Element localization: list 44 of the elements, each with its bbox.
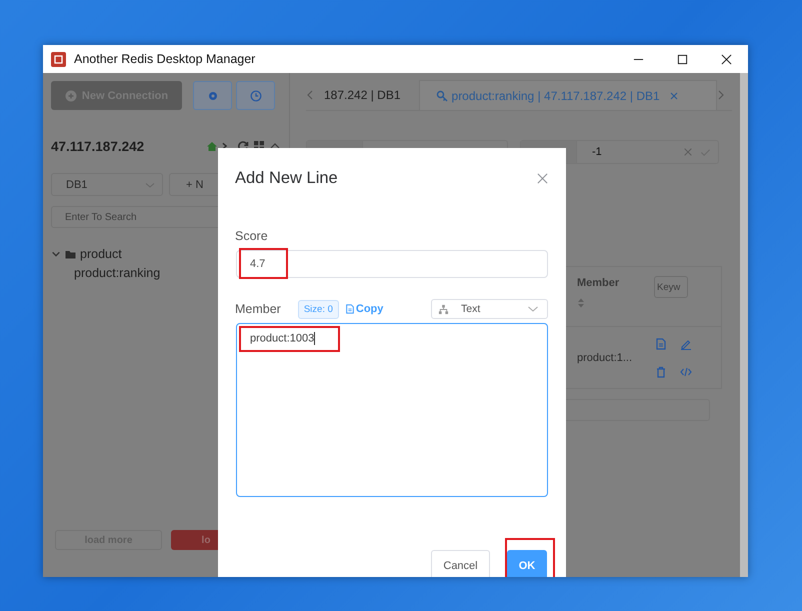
x-icon <box>537 172 548 184</box>
tree-label: product <box>80 246 122 260</box>
member-textarea[interactable]: product:1003 <box>236 323 548 497</box>
column-header: Member <box>577 277 620 289</box>
delete-icon <box>655 366 667 378</box>
copy-link[interactable]: Copy <box>344 303 384 315</box>
tab-label: 187.242 | DB1 <box>324 88 401 102</box>
tab-label: product:ranking | 47.117.187.242 | DB1 <box>452 88 660 102</box>
member-label: Member <box>235 302 281 316</box>
edit-icon <box>680 338 692 350</box>
window-title: Another Redis Desktop Manager <box>74 52 256 66</box>
x-icon <box>670 92 678 100</box>
keyword-filter-field[interactable]: Keyw <box>654 276 688 298</box>
score-label: Score <box>235 229 269 243</box>
tab-close-icon[interactable] <box>670 92 678 100</box>
settings-icon <box>206 90 218 102</box>
app-logo-icon <box>51 52 66 66</box>
hierarchy-icon <box>438 304 449 314</box>
settings-button[interactable] <box>193 81 232 110</box>
plus-circle-icon <box>64 90 77 102</box>
format-select[interactable]: Text <box>431 299 548 319</box>
chevron-right-icon <box>718 90 725 100</box>
connection-name: 47.117.187.242 <box>51 138 144 154</box>
chevron-left-icon <box>306 90 313 100</box>
key-icon <box>436 90 448 102</box>
document-icon <box>344 304 355 314</box>
clock-icon <box>250 90 262 102</box>
tab[interactable]: product:ranking | 47.117.187.242 | DB1 <box>418 80 717 110</box>
db-select[interactable]: DB1 <box>51 173 163 196</box>
document-icon <box>655 338 667 350</box>
table-cell-text: product:1... <box>576 350 634 366</box>
close-icon <box>720 54 732 64</box>
tab[interactable]: 187.242 | DB1 <box>320 80 413 110</box>
sort-icon <box>577 297 585 309</box>
score-input[interactable]: 4.7 <box>236 250 548 278</box>
home-icon <box>206 140 218 152</box>
code-icon <box>680 366 692 378</box>
maximize-icon <box>676 54 688 64</box>
size-tag: Size: 0 <box>298 300 339 318</box>
clear-icon <box>683 147 693 157</box>
history-button[interactable] <box>236 81 275 110</box>
close-icon[interactable] <box>537 172 548 184</box>
ok-button[interactable]: OK <box>507 550 547 577</box>
cancel-button[interactable]: Cancel <box>431 550 490 577</box>
